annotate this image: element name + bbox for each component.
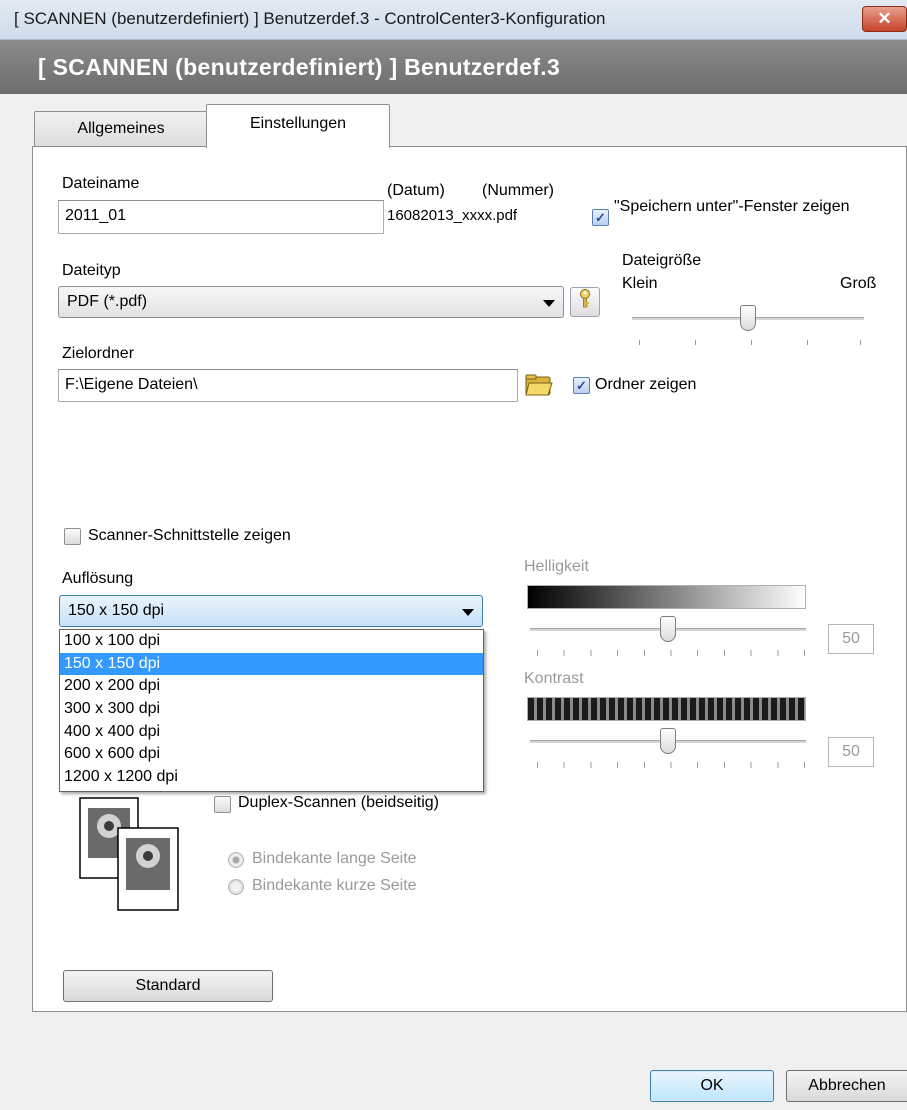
window-title: [ SCANNEN (benutzerdefiniert) ] Benutzer… <box>14 9 606 28</box>
short-edge-radio[interactable] <box>228 879 244 895</box>
brightness-label: Helligkeit <box>524 558 589 575</box>
duplex-pages-icon <box>78 796 182 914</box>
filetype-select[interactable]: PDF (*.pdf) <box>58 286 564 318</box>
resolution-option[interactable]: 600 x 600 dpi <box>60 743 483 766</box>
filesize-tick <box>695 340 696 345</box>
tab-einstellungen[interactable]: Einstellungen <box>206 104 390 148</box>
resolution-option[interactable]: 400 x 400 dpi <box>60 721 483 744</box>
close-icon[interactable]: ✕ <box>862 6 907 32</box>
brightness-gradient <box>527 585 806 609</box>
save-as-window-label: "Speichern unter"-Fenster zeigen <box>614 198 850 215</box>
tab-allgemeines[interactable]: Allgemeines <box>34 111 208 147</box>
standard-button[interactable]: Standard <box>63 970 273 1002</box>
filetype-label: Dateityp <box>62 262 121 279</box>
resolution-option[interactable]: 150 x 150 dpi <box>60 652 483 676</box>
filename-preview: 16082013_xxxx.pdf <box>387 207 518 224</box>
filename-input[interactable]: 2011_01 <box>58 200 384 234</box>
cancel-button[interactable]: Abbrechen <box>786 1070 907 1102</box>
filesize-max-label: Groß <box>840 275 877 292</box>
resolution-select[interactable]: 150 x 150 dpi <box>59 595 483 627</box>
resolution-option[interactable]: 200 x 200 dpi <box>60 675 483 698</box>
filesize-tick <box>639 340 640 345</box>
filetype-value: PDF (*.pdf) <box>67 293 148 310</box>
key-icon[interactable] <box>570 287 600 317</box>
save-as-window-checkbox[interactable]: ✓ <box>592 209 609 226</box>
contrast-value: 50 <box>828 737 874 767</box>
duplex-checkbox[interactable] <box>214 796 231 813</box>
separator <box>62 944 874 945</box>
filename-label: Dateiname <box>62 175 140 192</box>
scanner-interface-checkbox[interactable] <box>64 528 81 545</box>
brightness-value: 50 <box>828 624 874 654</box>
filesize-slider-thumb[interactable] <box>740 305 756 331</box>
short-edge-label: Bindekante kurze Seite <box>252 877 417 894</box>
show-folder-checkbox[interactable]: ✓ <box>573 377 590 394</box>
filesize-tick <box>807 340 808 345</box>
resolution-option[interactable]: 1200 x 1200 dpi <box>60 766 483 789</box>
contrast-slider-thumb[interactable] <box>660 728 676 754</box>
number-label: (Nummer) <box>482 182 554 199</box>
show-folder-label: Ordner zeigen <box>595 376 697 393</box>
contrast-label: Kontrast <box>524 670 584 687</box>
resolution-option[interactable]: 300 x 300 dpi <box>60 698 483 721</box>
resolution-label: Auflösung <box>62 570 134 587</box>
resolution-value: 150 x 150 dpi <box>68 602 165 619</box>
long-edge-label: Bindekante lange Seite <box>252 850 417 867</box>
dialog-header: [ SCANNEN (benutzerdefiniert) ] Benutzer… <box>0 40 907 94</box>
duplex-label: Duplex-Scannen (beidseitig) <box>238 794 439 811</box>
separator <box>62 508 874 509</box>
dialog-header-title: [ SCANNEN (benutzerdefiniert) ] Benutzer… <box>38 54 561 80</box>
folder-label: Zielordner <box>62 345 135 362</box>
filesize-min-label: Klein <box>622 275 658 292</box>
contrast-ticks <box>537 762 805 768</box>
folder-input[interactable]: F:\Eigene Dateien\ <box>58 369 518 402</box>
folder-open-icon[interactable] <box>524 370 554 400</box>
contrast-pattern <box>527 697 806 721</box>
brightness-ticks <box>537 650 805 656</box>
resolution-dropdown-list[interactable]: 100 x 100 dpi 150 x 150 dpi 200 x 200 dp… <box>59 629 484 792</box>
resolution-option[interactable]: 100 x 100 dpi <box>60 630 483 653</box>
brightness-slider-thumb[interactable] <box>660 616 676 642</box>
filesize-tick <box>751 340 752 345</box>
chevron-down-icon <box>462 609 474 616</box>
scanner-interface-label: Scanner-Schnittstelle zeigen <box>88 527 291 544</box>
filesize-label: Dateigröße <box>622 252 702 269</box>
ok-button[interactable]: OK <box>650 1070 774 1102</box>
chevron-down-icon <box>543 300 555 307</box>
long-edge-radio[interactable] <box>228 852 244 868</box>
window-titlebar[interactable]: [ SCANNEN (benutzerdefiniert) ] Benutzer… <box>0 0 907 40</box>
date-label: (Datum) <box>387 182 445 199</box>
filesize-tick <box>860 340 861 345</box>
